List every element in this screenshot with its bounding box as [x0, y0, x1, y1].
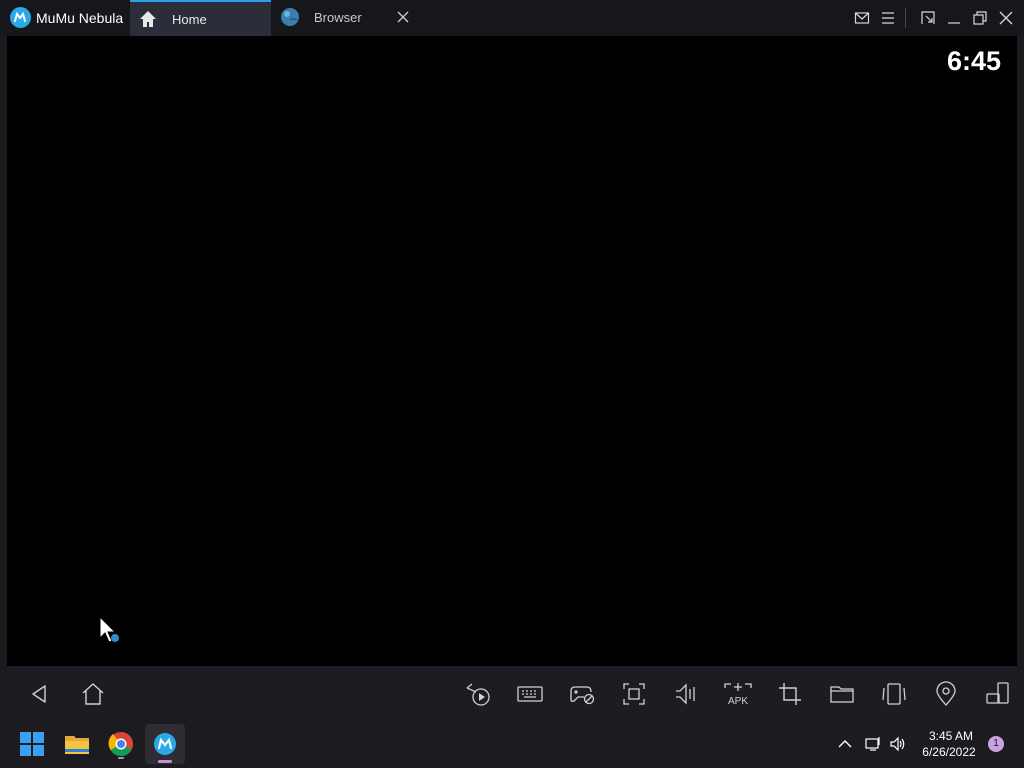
close-icon[interactable] — [998, 10, 1014, 26]
fullscreen-icon[interactable] — [620, 680, 648, 708]
shake-icon[interactable] — [880, 680, 908, 708]
mail-icon[interactable] — [854, 10, 870, 26]
home-icon[interactable] — [79, 680, 107, 708]
volume-icon[interactable] — [672, 680, 700, 708]
emulator-screen[interactable]: 6:45 — [7, 36, 1017, 666]
title-bar: MuMu Nebula Home Browser — [0, 0, 1024, 36]
chevron-up-icon[interactable] — [836, 735, 854, 753]
restore-icon[interactable] — [972, 10, 988, 26]
tab-home-label: Home — [172, 12, 207, 27]
video-record-icon[interactable] — [464, 680, 492, 708]
mumu-logo-icon — [10, 7, 31, 28]
keyboard-icon[interactable] — [516, 680, 544, 708]
windows-start-icon[interactable] — [16, 728, 48, 760]
crop-icon[interactable] — [776, 680, 804, 708]
file-explorer-icon[interactable] — [61, 728, 93, 760]
divider — [905, 8, 906, 28]
tab-browser-label: Browser — [314, 10, 362, 25]
mouse-cursor-icon — [99, 616, 121, 644]
notification-badge[interactable]: 1 — [988, 736, 1004, 752]
tab-close-icon[interactable] — [395, 9, 411, 25]
location-icon[interactable] — [932, 680, 960, 708]
windows-taskbar: 3:45 AM 6/26/2022 1 — [0, 720, 1024, 768]
mumu-icon — [149, 728, 181, 760]
minimize-icon[interactable] — [946, 10, 962, 26]
gamepad-icon[interactable] — [568, 680, 596, 708]
globe-icon — [280, 7, 300, 27]
tray-date[interactable]: 6/26/2022 — [914, 745, 984, 759]
status-clock: 6:45 — [946, 46, 1001, 76]
menu-icon[interactable] — [880, 10, 896, 26]
emulator-toolbar: APK — [7, 666, 1017, 720]
apk-icon[interactable]: APK — [722, 680, 754, 708]
rotate-icon[interactable] — [984, 680, 1012, 708]
resize-icon[interactable] — [920, 10, 936, 26]
network-icon[interactable] — [864, 735, 882, 753]
tab-browser[interactable]: Browser — [272, 0, 413, 36]
speaker-icon[interactable] — [889, 735, 907, 753]
mumu-taskbar-button[interactable] — [145, 724, 185, 764]
tab-home[interactable]: Home — [130, 0, 271, 36]
back-icon[interactable] — [25, 680, 53, 708]
home-icon — [138, 9, 158, 29]
active-indicator — [158, 760, 172, 763]
app-name: MuMu Nebula — [36, 10, 124, 26]
tray-time[interactable]: 3:45 AM — [918, 729, 984, 743]
folder-icon[interactable] — [828, 680, 856, 708]
chrome-icon[interactable] — [105, 728, 137, 760]
apk-label: APK — [728, 696, 748, 707]
